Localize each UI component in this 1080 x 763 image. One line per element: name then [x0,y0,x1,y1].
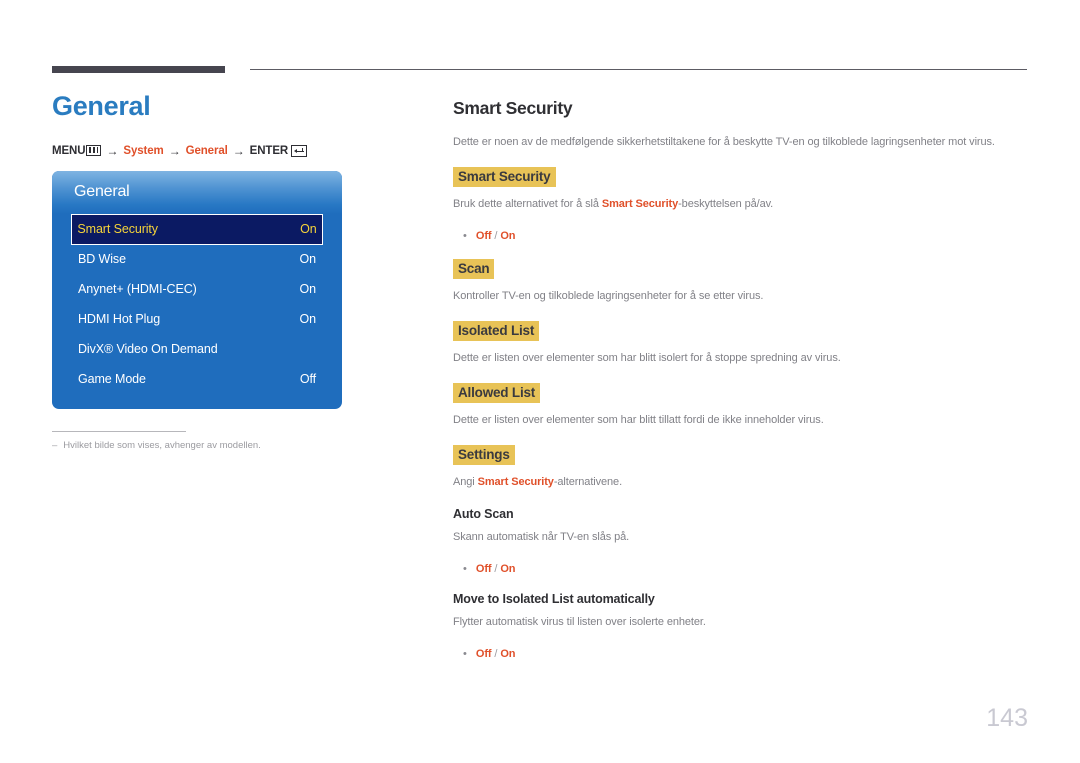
section-intro: Dette er noen av de medfølgende sikkerhe… [453,136,995,148]
bullet-option-off[interactable]: Off [476,230,492,242]
footnote-text: Hvilket bilde som vises, avhenger av mod… [63,439,261,451]
block-heading: Smart Security [453,166,556,187]
block-bullet: • Off / On [453,229,1028,243]
block-heading: Isolated List [453,321,540,342]
content-block-allowed-list: Allowed List Dette er listen over elemen… [453,383,1028,429]
header-rules [52,66,1027,76]
footnote-divider [52,430,186,432]
osd-row-value: On [299,282,317,297]
osd-row-label: HDMI Hot Plug [78,312,161,327]
bullet-option-on[interactable]: On [500,563,515,575]
bullet-dot-icon: • [463,648,467,661]
bullet-text: Off / On [476,229,516,243]
osd-row-hdmi-hot-plug[interactable]: HDMI Hot Plug On [71,305,323,334]
osd-row-label: DivX® Video On Demand [78,342,218,357]
page-number: 143 [986,704,1028,732]
bullet-dot-icon: • [463,562,467,575]
menu-path-breadcrumb: MENU → System → General → ENTER [52,144,412,158]
osd-row-label: Game Mode [78,372,146,387]
menu-path-menu-label: MENU [52,144,86,157]
block-body: Dette er listen over elementer som har b… [453,414,824,427]
footnote: – Hvilket bilde som vises, avhenger av m… [52,439,261,452]
right-column: Smart Security Dette er noen av de medfø… [453,98,1028,677]
menu-path-arrow-3: → [232,143,245,158]
block-heading: Settings [453,444,515,465]
footnote-block: – Hvilket bilde som vises, avhenger av m… [52,430,261,452]
block-body: Dette er listen over elementer som har b… [453,352,841,365]
block-body-accent: Smart Security [477,475,554,488]
osd-row-value: On [299,252,317,267]
block-body: Kontroller TV-en og tilkoblede lagringse… [453,290,764,303]
enter-key-icon [291,144,308,157]
osd-header-title: General [74,183,130,201]
osd-menu-list: Smart Security On BD Wise On Anynet+ (HD… [52,213,342,394]
menu-path-step-system: System [123,144,164,157]
bullet-option-on[interactable]: On [500,230,515,242]
bullet-separator: / [491,562,501,575]
left-column: General MENU → System → General → ENTER … [52,91,412,452]
bullet-option-on[interactable]: On [500,648,515,660]
bullet-dot-icon: • [463,229,467,242]
block-bullet: • Off / On [453,562,1028,576]
content-block-scan: Scan Kontroller TV-en og tilkoblede lagr… [453,259,1028,305]
osd-row-value: On [300,222,317,237]
bullet-separator: / [491,648,501,661]
osd-row-bd-wise[interactable]: BD Wise On [71,245,323,274]
osd-row-anynet[interactable]: Anynet+ (HDMI-CEC) On [71,275,323,304]
bullet-text: Off / On [476,562,516,576]
block-heading: Allowed List [453,383,541,404]
block-bullet: • Off / On [453,647,1028,661]
osd-row-label: BD Wise [78,252,126,267]
block-body: Bruk dette alternativet for å slå Smart … [453,197,1028,213]
block-body: Flytter automatisk virus til listen over… [453,616,706,629]
bullet-text: Off / On [476,647,516,661]
bullet-separator: / [491,229,501,242]
bullet-option-off[interactable]: Off [476,648,492,660]
content-block-isolated-list: Isolated List Dette er listen over eleme… [453,321,1028,367]
tv-osd-menu: General Smart Security On BD Wise On Any… [52,170,342,409]
block-body-before: Bruk dette alternativet for å slå [453,197,602,210]
osd-row-game-mode[interactable]: Game Mode Off [71,365,323,394]
menu-path-step-general: General [185,144,228,157]
section-title: Smart Security [453,98,573,118]
content-block-smart-security: Smart Security Bruk dette alternativet f… [453,166,1028,243]
menu-bars-icon [86,145,102,157]
header-rule-thick [52,66,225,73]
header-rule-thin [250,69,1027,70]
block-heading: Scan [453,259,495,280]
block-body-after: -beskyttelsen på/av. [678,197,774,210]
block-body: Skann automatisk når TV-en slås på. [453,530,630,543]
menu-path-arrow-2: → [168,143,181,158]
block-heading: Move to Isolated List automatically [453,592,655,607]
block-body-accent: Smart Security [601,197,679,210]
osd-row-label: Smart Security [77,222,158,237]
block-body-before: Angi [453,475,478,488]
osd-row-value: On [299,312,317,327]
block-body-after: -alternativene. [553,475,623,488]
osd-header: General [52,170,342,214]
content-block-settings: Settings Angi Smart Security-alternative… [453,444,1028,491]
osd-row-smart-security[interactable]: Smart Security On [71,213,323,245]
osd-row-divx-vod[interactable]: DivX® Video On Demand [71,335,323,364]
bullet-option-off[interactable]: Off [476,563,492,575]
content-block-auto-scan: Auto Scan Skann automatisk når TV-en slå… [453,507,1028,576]
block-heading: Auto Scan [453,506,514,521]
page-title: General [52,91,151,121]
menu-path-enter-label: ENTER [249,144,289,157]
menu-path-arrow-1: → [106,143,119,158]
block-body: Angi Smart Security-alternativene. [453,475,1028,491]
footnote-dash: – [52,439,58,451]
osd-row-label: Anynet+ (HDMI-CEC) [78,282,197,297]
osd-row-value: Off [299,372,316,387]
content-block-move-to-isolated-list: Move to Isolated List automatically Flyt… [453,592,1028,661]
